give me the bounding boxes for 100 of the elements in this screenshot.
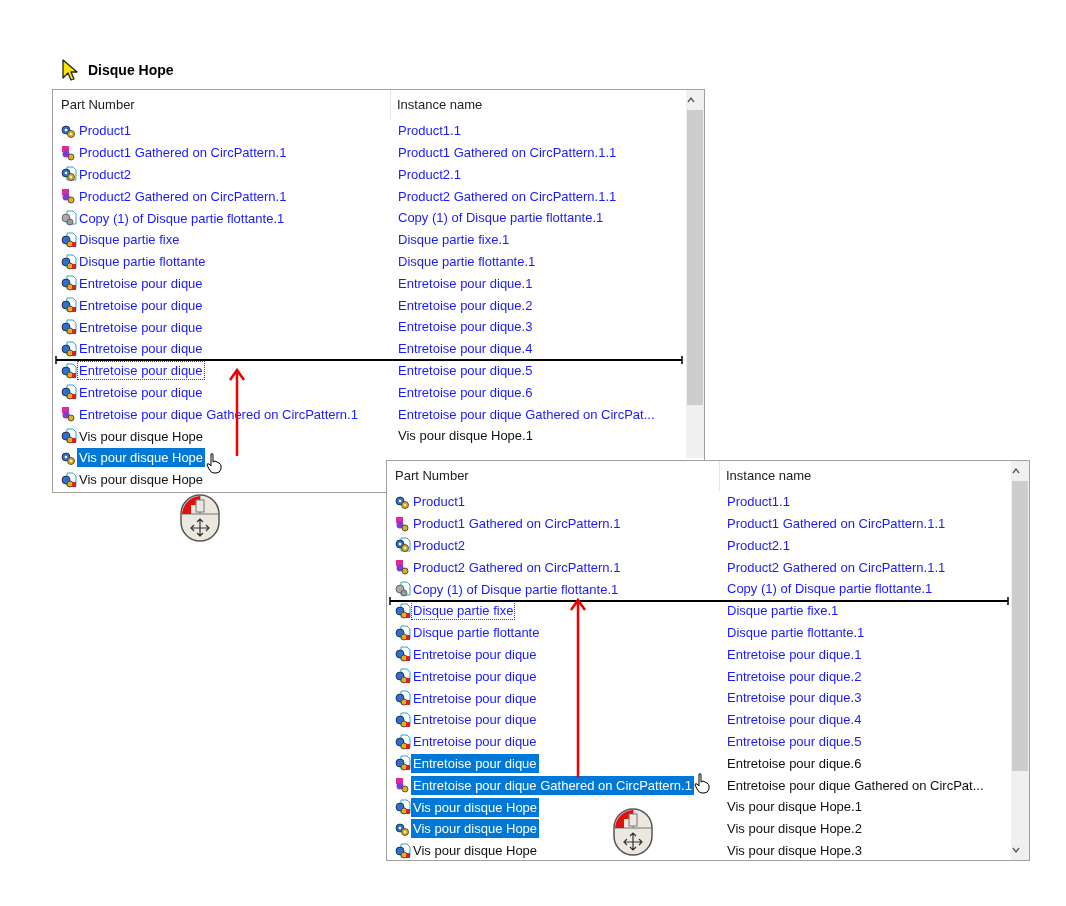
instance-name: Product2 Gathered on CircPattern.1.1 [397, 187, 617, 206]
tree-item[interactable]: Entretoise pour dique [77, 361, 205, 381]
tree-item[interactable]: Disque partie flottante [411, 623, 542, 643]
tree-item[interactable]: Product1 [411, 492, 468, 512]
tree-item[interactable]: Vis pour disque Hope [77, 426, 206, 446]
hand-cursor-icon [206, 452, 222, 474]
instance-name: Entretoise pour dique.6 [397, 383, 533, 402]
part-document-icon [60, 231, 77, 248]
tree-item[interactable]: Entretoise pour dique [77, 273, 205, 293]
part-document-icon [60, 384, 77, 401]
pattern-gears-icon [394, 559, 411, 576]
gears-icon [60, 449, 77, 466]
instance-name: Entretoise pour dique.2 [726, 667, 862, 686]
tree-item[interactable]: Disque partie fixe [411, 601, 516, 621]
instance-name: Entretoise pour dique.2 [397, 296, 533, 315]
tree-item[interactable]: Copy (1) of Disque partie flottante.1 [411, 579, 621, 599]
gears-icon [394, 493, 411, 510]
column-header[interactable]: Part Number [387, 461, 720, 491]
instance-name: Product2 Gathered on CircPattern.1.1 [726, 558, 946, 577]
tree-item[interactable]: Entretoise pour dique [411, 666, 539, 686]
part-document-icon [394, 755, 411, 772]
tree-item[interactable]: Vis pour disque Hope [411, 797, 540, 817]
tree-item[interactable]: Product1 [77, 121, 134, 141]
instance-name: Copy (1) of Disque partie flottante.1 [397, 209, 604, 228]
instance-name: Vis pour disque Hope.1 [397, 427, 533, 446]
tree-item[interactable]: Entretoise pour dique [77, 317, 205, 337]
instance-name: Entretoise pour dique.4 [397, 340, 533, 359]
instance-name: Vis pour disque Hope.3 [726, 841, 862, 860]
tree-item[interactable]: Product2 Gathered on CircPattern.1 [77, 186, 289, 206]
scrollbar-thumb[interactable] [687, 110, 703, 405]
window-title: Disque Hope [88, 60, 174, 80]
instance-name: Disque partie flottante.1 [397, 252, 536, 271]
instance-name: Product1.1 [397, 122, 461, 141]
part-document-icon [60, 471, 77, 488]
pattern-gears-icon [60, 406, 77, 423]
hand-cursor-icon [694, 772, 710, 794]
instance-name: Product1.1 [726, 493, 790, 512]
tree-item[interactable]: Disque partie fixe [77, 230, 182, 250]
scrollbar-thumb[interactable] [1012, 481, 1028, 771]
tree-item[interactable]: Entretoise pour dique [411, 710, 539, 730]
part-document-icon [60, 362, 77, 379]
instance-name: Entretoise pour dique.5 [726, 732, 862, 751]
instance-name: Copy (1) of Disque partie flottante.1 [726, 580, 933, 599]
tree-item[interactable]: Entretoise pour dique [77, 295, 205, 315]
instance-name: Disque partie flottante.1 [726, 623, 865, 642]
instance-name: Entretoise pour dique.1 [726, 645, 862, 664]
instance-name: Product2.1 [726, 536, 790, 555]
tree-item[interactable]: Vis pour disque Hope [411, 819, 540, 839]
instance-name: Entretoise pour dique.5 [397, 361, 533, 380]
tree-item[interactable]: Entretoise pour dique [411, 688, 539, 708]
instance-name: Disque partie fixe.1 [726, 602, 839, 621]
tree-item[interactable]: Entretoise pour dique [411, 753, 539, 773]
part-document-icon [60, 428, 77, 445]
instance-name: Product1 Gathered on CircPattern.1.1 [726, 514, 946, 533]
tree-item[interactable]: Entretoise pour dique [411, 732, 539, 752]
column-header[interactable]: Instance name [391, 95, 483, 115]
instance-name: Product2.1 [397, 165, 461, 184]
tree-item[interactable]: Entretoise pour dique [411, 644, 539, 664]
pattern-gears-icon [60, 188, 77, 205]
instance-name: Disque partie fixe.1 [397, 231, 510, 250]
instance-name: Vis pour disque Hope.2 [726, 820, 862, 839]
tree-item[interactable]: Entretoise pour dique Gathered on CircPattern.1 [411, 775, 694, 795]
mouse-icon [179, 494, 221, 542]
part-document-icon [60, 297, 77, 314]
part-document-icon [60, 319, 77, 336]
tree-item[interactable]: Vis pour disque Hope [77, 470, 206, 490]
part-document-icon [394, 646, 411, 663]
instance-name: Entretoise pour dique.3 [397, 318, 533, 337]
instance-name: Entretoise pour dique Gathered on CircPat... [726, 776, 984, 795]
gears-document-icon [394, 537, 411, 554]
gears-document-icon [60, 210, 77, 227]
part-document-icon [60, 340, 77, 357]
column-header[interactable]: Instance name [720, 466, 812, 486]
instance-name: Product1 Gathered on CircPattern.1.1 [397, 143, 617, 162]
tree-item[interactable]: Product1 Gathered on CircPattern.1 [77, 143, 289, 163]
instance-name: Entretoise pour dique Gathered on CircPat... [397, 405, 655, 424]
tree-item[interactable]: Product2 [77, 165, 134, 184]
pointer-icon [60, 58, 80, 82]
pattern-gears-icon [394, 777, 411, 794]
part-document-icon [394, 799, 411, 816]
instance-name: Entretoise pour dique.3 [726, 689, 862, 708]
part-document-icon [394, 624, 411, 641]
gears-icon [394, 820, 411, 837]
part-document-icon [394, 602, 411, 619]
tree-item[interactable]: Copy (1) of Disque partie flottante.1 [77, 208, 287, 228]
part-document-icon [394, 733, 411, 750]
tree-item[interactable]: Vis pour disque Hope [77, 448, 206, 468]
tree-item[interactable]: Entretoise pour dique [77, 382, 205, 402]
instance-name: Entretoise pour dique.4 [726, 711, 862, 730]
tree-item[interactable]: Product2 [411, 536, 468, 555]
column-header[interactable]: Part Number [53, 90, 391, 120]
pattern-gears-icon [394, 515, 411, 532]
tree-item[interactable]: Product1 Gathered on CircPattern.1 [411, 514, 623, 534]
tree-item[interactable]: Vis pour disque Hope [411, 841, 540, 860]
instance-name: Entretoise pour dique.6 [726, 754, 862, 773]
part-document-icon [60, 275, 77, 292]
tree-item[interactable]: Product2 Gathered on CircPattern.1 [411, 557, 623, 577]
tree-item[interactable]: Disque partie flottante [77, 252, 208, 272]
tree-item[interactable]: Entretoise pour dique [77, 339, 205, 359]
part-document-icon [394, 668, 411, 685]
